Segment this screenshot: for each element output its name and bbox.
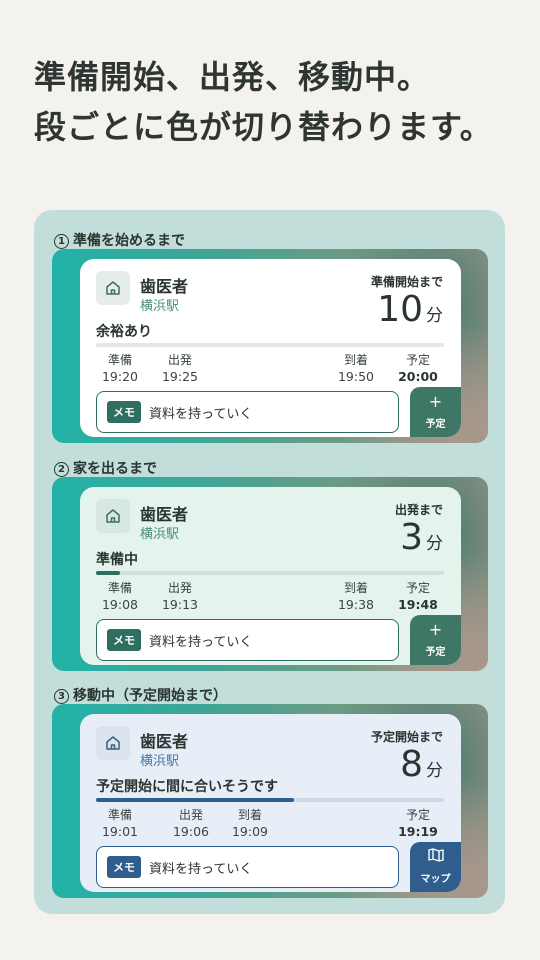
circled-number: 2	[54, 462, 69, 477]
place-name: 歯医者	[140, 505, 189, 524]
event-card-1[interactable]: 歯医者 横浜駅 準備開始まで 10 分 余裕あり 準備 19:20 出発 19:25 …	[80, 259, 461, 437]
map-icon	[410, 848, 461, 866]
card-background-3: 歯医者 横浜駅 予定開始まで 8分 予定開始に間に合いそうです 準備 19:01 …	[52, 704, 488, 898]
home-icon	[96, 726, 130, 760]
progress-bar	[96, 571, 444, 575]
plus-icon: +	[428, 620, 443, 639]
add-schedule-button[interactable]: + 予定	[410, 387, 461, 437]
progress-bar	[96, 343, 444, 347]
time-prep: 準備 19:08	[101, 581, 139, 612]
circled-number: 3	[54, 689, 69, 704]
countdown-label: 準備開始まで	[370, 275, 443, 289]
status-text: 余裕あり	[96, 324, 152, 340]
map-button[interactable]: マップ	[410, 842, 461, 892]
memo-field[interactable]: メモ 資料を持っていく	[96, 619, 399, 661]
place-name: 歯医者	[140, 277, 189, 296]
station-name: 横浜駅	[140, 754, 180, 769]
memo-field[interactable]: メモ 資料を持っていく	[96, 846, 399, 888]
time-depart: 出発 19:25	[161, 353, 199, 384]
countdown-value: 8分	[400, 744, 443, 785]
headline: 準備開始、出発、移動中。 段ごとに色が切り替わります。	[34, 52, 493, 152]
card-background-2: 歯医者 横浜駅 出発まで 3分 準備中 準備 19:08 出発 19:13 到着 19…	[52, 477, 488, 671]
home-icon	[96, 499, 130, 533]
countdown-value: 10 分	[377, 289, 443, 330]
station-name: 横浜駅	[140, 299, 180, 314]
map-label: マップ	[420, 874, 451, 885]
countdown-value: 3分	[400, 517, 443, 558]
progress-bar	[96, 798, 444, 802]
place-name: 歯医者	[140, 732, 189, 751]
time-prep: 準備 19:20	[101, 353, 139, 384]
headline-line-2: 段ごとに色が切り替わります。	[34, 108, 493, 146]
add-schedule-label: 予定	[425, 419, 446, 430]
home-icon	[96, 271, 130, 305]
add-schedule-button[interactable]: + 予定	[410, 615, 461, 665]
status-text: 予定開始に間に合いそうです	[96, 779, 278, 795]
card-background-1: 歯医者 横浜駅 準備開始まで 10 分 余裕あり 準備 19:20 出発 19:25 …	[52, 249, 488, 443]
section-title: 移動中（予定開始まで）	[73, 688, 227, 704]
circled-number: 1	[54, 234, 69, 249]
add-schedule-label: 予定	[425, 647, 446, 658]
preview-panel: 1 準備を始めるまで 歯医者 横浜駅 準備開始まで 10 分 余裕あり 準備 19:2…	[34, 210, 505, 914]
plus-icon: +	[428, 392, 443, 411]
memo-tag: メモ	[107, 401, 141, 423]
time-arrive: 到着 19:50	[337, 353, 375, 384]
section-label-1: 1 準備を始めるまで	[54, 230, 185, 250]
time-depart: 出発 19:06	[172, 808, 210, 839]
memo-text: 資料を持っていく	[149, 861, 253, 877]
section-title: 準備を始めるまで	[73, 233, 185, 249]
memo-text: 資料を持っていく	[149, 406, 253, 422]
memo-tag: メモ	[107, 629, 141, 651]
time-scheduled: 予定 20:00	[398, 353, 438, 384]
countdown-label: 予定開始まで	[370, 730, 443, 744]
time-prep: 準備 19:01	[101, 808, 139, 839]
time-arrive: 到着 19:38	[337, 581, 375, 612]
time-arrive: 到着 19:09	[231, 808, 269, 839]
section-title: 家を出るまで	[73, 461, 157, 477]
event-card-3[interactable]: 歯医者 横浜駅 予定開始まで 8分 予定開始に間に合いそうです 準備 19:01 …	[80, 714, 461, 892]
memo-field[interactable]: メモ 資料を持っていく	[96, 391, 399, 433]
countdown-label: 出発まで	[394, 503, 443, 517]
event-card-2[interactable]: 歯医者 横浜駅 出発まで 3分 準備中 準備 19:08 出発 19:13 到着 19…	[80, 487, 461, 665]
section-label-2: 2 家を出るまで	[54, 458, 157, 478]
status-text: 準備中	[96, 552, 138, 568]
headline-line-1: 準備開始、出発、移動中。	[34, 58, 431, 96]
station-name: 横浜駅	[140, 527, 180, 542]
memo-tag: メモ	[107, 856, 141, 878]
time-depart: 出発 19:13	[161, 581, 199, 612]
memo-text: 資料を持っていく	[149, 634, 253, 650]
time-scheduled: 予定 19:19	[398, 808, 438, 839]
time-scheduled: 予定 19:48	[398, 581, 438, 612]
section-label-3: 3 移動中（予定開始まで）	[54, 685, 227, 705]
